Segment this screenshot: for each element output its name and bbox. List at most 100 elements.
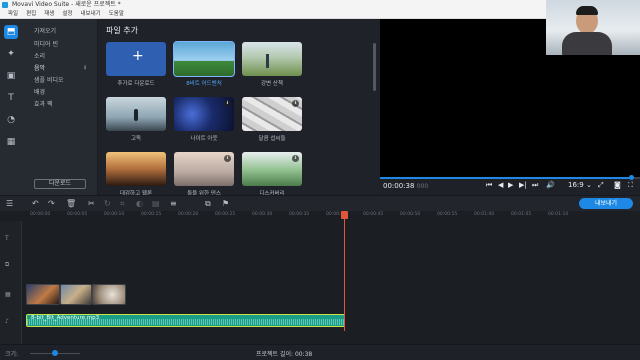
timeline-ruler[interactable]: 00:00:00 00:00:05 00:00:10 00:00:15 00:0… bbox=[0, 211, 640, 221]
tool-rail: ⬒ ✦ ▣ T ◔ ▦ bbox=[0, 19, 22, 195]
playhead[interactable] bbox=[344, 211, 345, 331]
color-adjust-icon[interactable]: ◐ bbox=[136, 199, 143, 208]
video-clip[interactable] bbox=[60, 284, 92, 305]
download-icon[interactable]: ⭳ bbox=[292, 100, 299, 107]
media-thumb-walk[interactable] bbox=[242, 42, 302, 76]
hair-icon bbox=[576, 6, 598, 15]
ruler-tick: 00:01:00 bbox=[474, 212, 495, 217]
category-backgrounds[interactable]: 배경 bbox=[34, 87, 45, 96]
shirt-icon bbox=[562, 32, 612, 55]
video-track-icon[interactable]: ▦ bbox=[5, 291, 11, 298]
media-thumb-discovery[interactable]: ⭳ bbox=[242, 152, 302, 186]
media-thumb-night[interactable]: ⭳ bbox=[174, 97, 234, 131]
ruler-tick: 00:01:05 bbox=[511, 212, 532, 217]
skip-back-icon[interactable]: ⏮ bbox=[486, 181, 492, 190]
playhead-handle[interactable] bbox=[341, 211, 348, 219]
timecode: 00:00:38 000 bbox=[383, 182, 429, 190]
download-button[interactable]: 다운로드 bbox=[34, 179, 86, 189]
add-files-heading: 파일 추가 bbox=[106, 26, 138, 35]
volume-icon[interactable]: 🔊 bbox=[546, 181, 555, 189]
category-music[interactable]: 음악 bbox=[34, 63, 45, 72]
player-controls: 00:00:38 000 ⏮ ◀ ▶ ▶| ⏭ 🔊 16:9 ⌄ ⤢ ◙ ⛶ bbox=[380, 175, 640, 195]
magic-wand-icon[interactable]: ✦ bbox=[4, 47, 18, 61]
media-thumb-dance[interactable]: ⭳ bbox=[174, 152, 234, 186]
rotate-icon[interactable]: ↻ bbox=[104, 199, 111, 208]
cut-icon[interactable]: ✂ bbox=[88, 199, 95, 208]
menu-help[interactable]: 도움말 bbox=[109, 10, 124, 18]
webcam-overlay bbox=[546, 0, 640, 55]
clip-properties-icon[interactable]: ⧉ bbox=[205, 199, 211, 209]
media-thumb-solitude[interactable] bbox=[106, 97, 166, 131]
import-icon[interactable]: ⬒ bbox=[4, 25, 18, 39]
media-thumb-photos[interactable]: ⭳ bbox=[242, 97, 302, 131]
audio-track-icon[interactable]: ♪ bbox=[5, 318, 9, 325]
video-clip[interactable] bbox=[92, 284, 126, 305]
download-icon[interactable]: ⭳ bbox=[224, 100, 231, 107]
skip-forward-icon[interactable]: ⏭ bbox=[532, 181, 538, 190]
play-icon[interactable]: ▶ bbox=[508, 181, 513, 189]
ruler-tick: 00:00:45 bbox=[363, 212, 384, 217]
step-forward-icon[interactable]: ▶| bbox=[519, 181, 527, 189]
flag-icon[interactable]: ⚑ bbox=[222, 199, 229, 208]
status-bar: 크기: 프로젝트 길이: 00:38 bbox=[0, 344, 640, 360]
media-thumb-party[interactable] bbox=[106, 152, 166, 186]
redo-icon[interactable]: ↷ bbox=[48, 199, 55, 208]
delete-icon[interactable]: 🗑 bbox=[66, 199, 76, 208]
audio-clip[interactable]: 8-bit_Bit_Adventure.mp3 bbox=[26, 314, 345, 327]
aspect-ratio-select[interactable]: 16:9 bbox=[568, 181, 584, 189]
more-icon[interactable]: ▦ bbox=[4, 135, 18, 149]
media-thumb-add[interactable]: + bbox=[106, 42, 166, 76]
stickers-icon[interactable]: ◔ bbox=[4, 113, 18, 127]
crop-icon[interactable]: ⌗ bbox=[120, 199, 125, 209]
step-back-icon[interactable]: ◀ bbox=[498, 181, 503, 189]
fullscreen-icon[interactable]: ⤢ bbox=[598, 181, 604, 190]
category-media-bin[interactable]: 미디어 빈 bbox=[34, 39, 58, 48]
media-scrollbar[interactable] bbox=[373, 43, 376, 91]
zoom-knob[interactable] bbox=[52, 350, 58, 356]
video-clip[interactable] bbox=[26, 284, 60, 305]
playback-progress[interactable] bbox=[380, 175, 640, 180]
title-bar: Movavi Video Suite - 새로운 프로젝트 * — □ ✕ bbox=[0, 0, 640, 10]
media-thumb-8bit[interactable] bbox=[173, 41, 235, 77]
plus-icon: + bbox=[132, 48, 144, 64]
overlay-track-icon[interactable]: ⧉ bbox=[5, 261, 9, 269]
media-label: 고독 bbox=[130, 136, 142, 142]
download-icon[interactable]: ⭳ bbox=[292, 155, 299, 162]
titles-icon[interactable]: T bbox=[4, 91, 18, 105]
media-label: 강변 산책 bbox=[261, 81, 283, 87]
menu-edit[interactable]: 편집 bbox=[26, 10, 36, 18]
zoom-label: 크기: bbox=[5, 351, 19, 358]
track-headers: T ⧉ ▦ ♪ bbox=[0, 221, 22, 344]
download-icon[interactable]: ⭳ bbox=[84, 63, 86, 73]
expand-icon[interactable]: ⛶ bbox=[628, 181, 633, 190]
chevron-down-icon[interactable]: ⌄ bbox=[586, 181, 592, 189]
image-icon[interactable]: ▤ bbox=[152, 199, 160, 208]
ruler-tick: 00:01:10 bbox=[548, 212, 569, 217]
menu-settings[interactable]: 설정 bbox=[62, 10, 72, 18]
equalizer-icon[interactable]: ≡ bbox=[170, 199, 177, 208]
track-settings-icon[interactable]: ☰ bbox=[6, 199, 13, 208]
transitions-icon[interactable]: ▣ bbox=[4, 69, 18, 83]
category-import[interactable]: 가져오기 bbox=[34, 26, 56, 35]
ruler-tick: 00:00:35 bbox=[289, 212, 310, 217]
category-sample-video[interactable]: 샘플 비디오 bbox=[34, 75, 64, 84]
menu-playback[interactable]: 재생 bbox=[44, 10, 54, 18]
menu-file[interactable]: 파일 bbox=[8, 10, 18, 18]
window-title: Movavi Video Suite - 새로운 프로젝트 * bbox=[12, 1, 121, 8]
category-list: 가져오기 미디어 빈 소리 음악 ⭳ 샘플 비디오 배경 효과 팩 다운로드 bbox=[22, 19, 98, 195]
media-label: 8비트 어드벤처 bbox=[186, 81, 222, 87]
ruler-tick: 00:00:20 bbox=[178, 212, 199, 217]
ruler-tick: 00:00:30 bbox=[252, 212, 273, 217]
menu-export[interactable]: 내보내기 bbox=[81, 10, 101, 18]
timeline-tracks[interactable]: T ⧉ ▦ ♪ 8-bit_Bit_Adventure.mp3 bbox=[0, 221, 640, 344]
text-track-icon[interactable]: T bbox=[5, 235, 9, 242]
category-sounds[interactable]: 소리 bbox=[34, 51, 45, 60]
export-button[interactable]: 내보내기 bbox=[579, 198, 633, 209]
ruler-tick: 00:00:05 bbox=[67, 212, 88, 217]
media-label: 달콤 섭씨들 bbox=[258, 136, 286, 142]
undo-icon[interactable]: ↶ bbox=[32, 199, 39, 208]
category-effect-packs[interactable]: 효과 팩 bbox=[34, 99, 52, 108]
camera-icon[interactable]: ◙ bbox=[614, 181, 621, 189]
download-icon[interactable]: ⭳ bbox=[224, 155, 231, 162]
progress-knob[interactable] bbox=[629, 175, 635, 180]
